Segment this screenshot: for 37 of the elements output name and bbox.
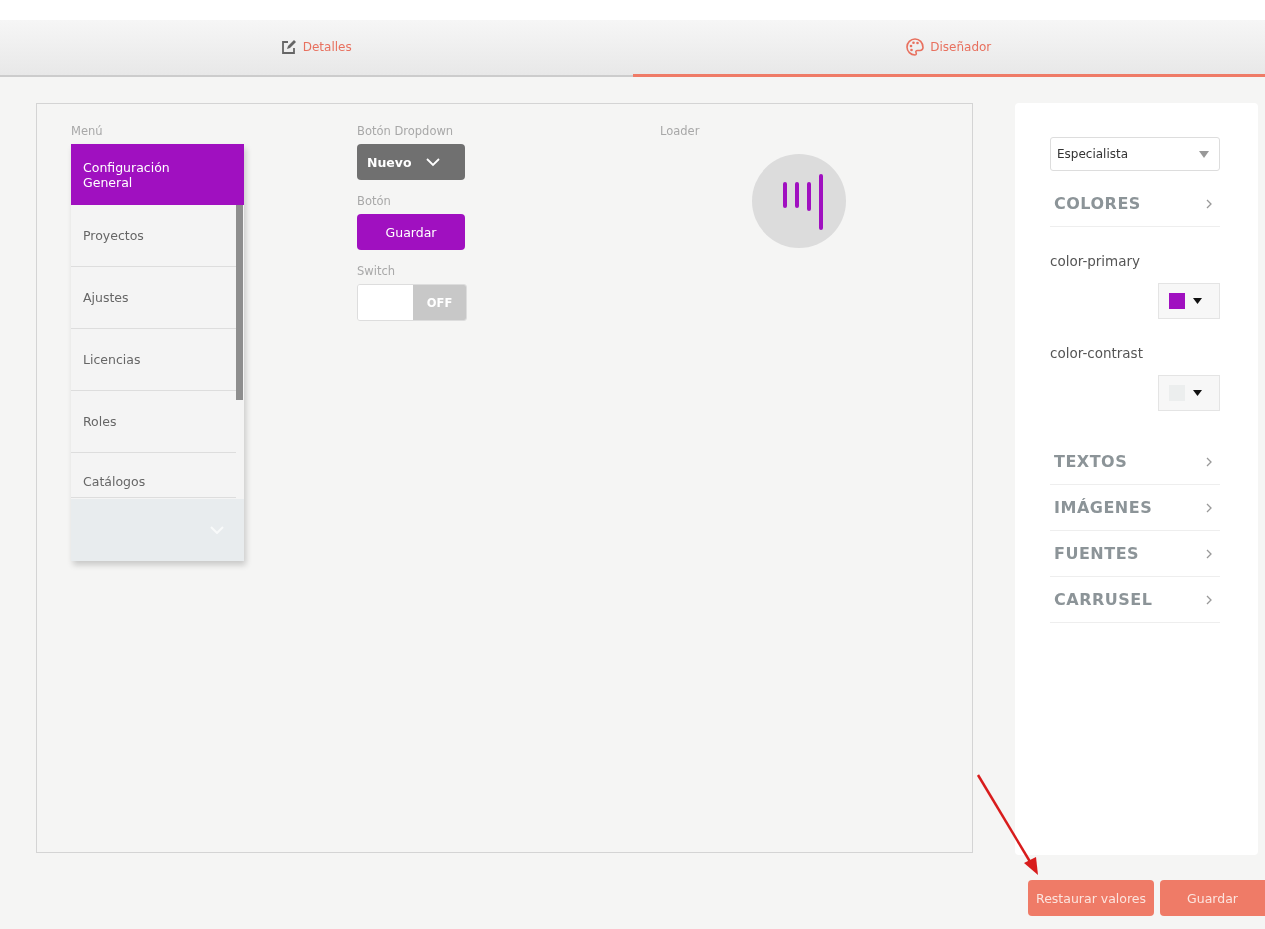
color-picker[interactable] bbox=[1158, 283, 1220, 319]
color-picker[interactable] bbox=[1158, 375, 1220, 411]
section-header[interactable]: TEXTOS bbox=[1050, 439, 1220, 485]
chevron-right-icon bbox=[1206, 594, 1212, 605]
chevron-right-icon bbox=[1206, 502, 1212, 513]
chevron-right-icon bbox=[1206, 548, 1212, 559]
chevron-down-icon bbox=[425, 157, 440, 167]
menu-item[interactable]: Catálogos bbox=[71, 453, 236, 498]
chevron-right-icon bbox=[1206, 456, 1212, 467]
section-header[interactable]: CARRUSEL bbox=[1050, 577, 1220, 623]
menu-item[interactable]: Configuración General bbox=[71, 144, 244, 205]
dropdown-arrow-icon bbox=[1193, 298, 1202, 304]
scrollbar[interactable] bbox=[236, 205, 243, 400]
color-label: color-contrast bbox=[1050, 345, 1143, 361]
switch-label: Switch bbox=[357, 264, 396, 278]
restore-button[interactable]: Restaurar valores bbox=[1028, 880, 1154, 916]
palette-icon bbox=[906, 38, 925, 56]
color-label: color-primary bbox=[1050, 253, 1141, 269]
button-label: Botón bbox=[357, 194, 391, 208]
dropdown-label: Botón Dropdown bbox=[357, 124, 454, 138]
menu-item[interactable]: Roles bbox=[71, 391, 236, 453]
tab[interactable]: Diseñador bbox=[632, 20, 1265, 77]
chevron-right-icon bbox=[1206, 198, 1212, 209]
save-button[interactable]: Guardar bbox=[1160, 880, 1265, 916]
loader-label: Loader bbox=[660, 124, 700, 138]
section-header[interactable]: IMÁGENES bbox=[1050, 485, 1220, 531]
dropdown-button[interactable]: Nuevo bbox=[357, 144, 465, 180]
loader-icon bbox=[752, 154, 846, 248]
menu-label: Menú bbox=[71, 124, 103, 138]
save-button[interactable]: Guardar bbox=[357, 214, 465, 250]
role-select[interactable]: Especialista bbox=[1050, 137, 1220, 171]
dropdown-arrow-icon bbox=[1193, 390, 1202, 396]
tab[interactable]: Detalles bbox=[0, 20, 633, 77]
edit-icon bbox=[280, 39, 297, 55]
section-header[interactable]: FUENTES bbox=[1050, 531, 1220, 577]
section-header[interactable]: COLORES bbox=[1050, 181, 1220, 227]
dropdown-arrow-icon bbox=[1199, 150, 1209, 158]
